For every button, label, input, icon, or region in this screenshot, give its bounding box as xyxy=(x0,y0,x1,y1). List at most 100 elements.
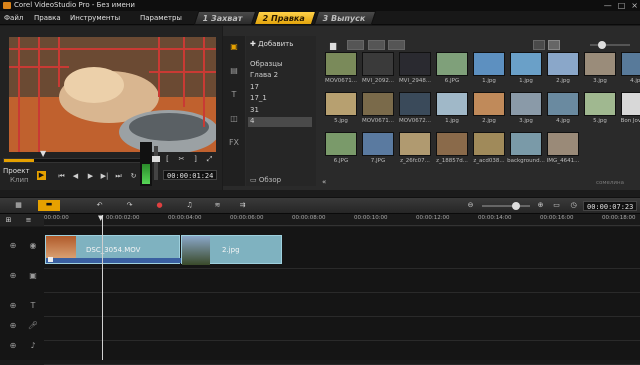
storyboard-view-icon[interactable]: ▦ xyxy=(14,201,23,210)
video-track-icon[interactable]: ⊕ xyxy=(6,239,20,253)
voice-track[interactable] xyxy=(44,317,640,341)
media-thumbnail[interactable] xyxy=(436,92,468,116)
zoom-out-icon[interactable]: ⊖ xyxy=(466,201,475,210)
track-manager-icon[interactable]: ⊞ xyxy=(4,216,13,225)
redo-icon[interactable]: ↷ xyxy=(125,201,134,210)
photo-clip[interactable]: 2.jpg xyxy=(181,235,282,265)
folder-item[interactable]: Образцы xyxy=(250,60,283,68)
media-thumbnail[interactable] xyxy=(584,52,616,76)
tab-edit[interactable]: 2 Правка xyxy=(253,11,317,25)
media-thumbnail[interactable] xyxy=(362,92,394,116)
tab-capture[interactable]: 1 Захват xyxy=(193,11,257,25)
add-folder-button[interactable]: ✚ Добавить xyxy=(250,40,293,48)
menu-tools[interactable]: Инструменты xyxy=(70,11,120,25)
playhead-handle[interactable]: ▼ xyxy=(98,214,103,222)
playhead[interactable] xyxy=(102,215,103,360)
mark-out-icon[interactable]: ] xyxy=(191,155,200,164)
folder-item[interactable]: 17 xyxy=(250,83,259,91)
show-photo-toggle[interactable] xyxy=(368,40,385,50)
zoom-slider[interactable] xyxy=(482,202,530,210)
media-thumbnail[interactable] xyxy=(584,92,616,116)
repeat-icon[interactable]: ↻ xyxy=(129,172,138,181)
record-capture-icon[interactable]: ● xyxy=(155,201,164,210)
browse-button[interactable]: ▭ Обзор xyxy=(250,176,281,184)
media-thumbnail[interactable] xyxy=(510,52,542,76)
media-thumbnail[interactable] xyxy=(510,92,542,116)
auto-music-icon[interactable]: ≋ xyxy=(213,201,222,210)
menu-options[interactable]: Параметры xyxy=(140,11,182,25)
sound-mixer-icon[interactable]: ♫ xyxy=(185,201,194,210)
overlay-track-icon[interactable]: ⊕ xyxy=(6,269,20,283)
undo-icon[interactable]: ↶ xyxy=(95,201,104,210)
go-end-icon[interactable]: ⏭ xyxy=(114,172,123,181)
thumbnail-size-slider[interactable] xyxy=(590,41,630,49)
mark-icon[interactable]: ▼ xyxy=(40,149,46,158)
media-thumbnail[interactable] xyxy=(547,92,579,116)
enlarge-icon[interactable]: ⤢ xyxy=(205,155,214,164)
chapter-point-icon[interactable]: ≡ xyxy=(24,216,33,225)
title-track-icon[interactable]: ⊕ xyxy=(6,299,20,313)
folder-item[interactable]: 17_1 xyxy=(250,94,267,102)
fit-project-icon[interactable]: ▭ xyxy=(552,201,561,210)
mode-project[interactable]: Проект xyxy=(3,167,30,175)
collapse-library-icon[interactable]: « xyxy=(322,178,326,186)
music-track[interactable] xyxy=(44,341,640,365)
time-ruler[interactable]: 00:00:00 00:00:02:00 00:00:04:00 00:00:06:0… xyxy=(44,214,640,226)
tab-share[interactable]: 3 Выпуск xyxy=(313,11,377,25)
media-thumbnail[interactable] xyxy=(547,132,579,156)
minimize-button[interactable]: — xyxy=(604,0,612,11)
media-icon[interactable]: ▣ xyxy=(227,40,241,54)
folder-item[interactable]: 31 xyxy=(250,106,259,114)
player-timecode[interactable]: 00:00:01:24 xyxy=(163,170,218,180)
close-button[interactable]: × xyxy=(631,0,638,11)
media-thumbnail[interactable] xyxy=(621,52,640,76)
media-thumbnail[interactable] xyxy=(621,92,640,116)
show-video-toggle[interactable] xyxy=(347,40,364,50)
music-track-icon[interactable]: ⊕ xyxy=(6,339,20,353)
scrubber-track[interactable] xyxy=(3,158,153,163)
play-button[interactable]: ▶ xyxy=(86,172,95,181)
thumbnail-view-icon[interactable] xyxy=(548,40,560,50)
media-thumbnail[interactable] xyxy=(399,52,431,76)
media-thumbnail[interactable] xyxy=(436,132,468,156)
zoom-in-icon[interactable]: ⊕ xyxy=(536,201,545,210)
media-thumbnail[interactable] xyxy=(547,52,579,76)
list-view-icon[interactable] xyxy=(533,40,545,50)
folder-item-selected[interactable]: 4 xyxy=(248,117,312,127)
prev-frame-icon[interactable]: ◀ xyxy=(71,172,80,181)
ripple-edit-icon[interactable]: ⇉ xyxy=(238,201,247,210)
go-start-icon[interactable]: ⏮ xyxy=(57,172,66,181)
folder-item[interactable]: Глава 2 xyxy=(250,71,278,79)
media-thumbnail[interactable] xyxy=(325,52,357,76)
media-thumbnail[interactable] xyxy=(362,132,394,156)
show-audio-toggle[interactable] xyxy=(388,40,405,50)
split-clip-icon[interactable]: ✂ xyxy=(177,155,186,164)
play-mode-icon[interactable]: ▶ xyxy=(37,171,46,180)
media-thumbnail[interactable] xyxy=(473,132,505,156)
next-frame-icon[interactable]: ▶| xyxy=(100,172,109,181)
instant-project-icon[interactable]: ▤ xyxy=(227,64,241,78)
media-thumbnail[interactable] xyxy=(325,132,357,156)
media-thumbnail[interactable] xyxy=(436,52,468,76)
folder-icon[interactable]: ▆ xyxy=(330,41,336,50)
timeline-view-icon[interactable]: ▬ xyxy=(38,200,60,211)
title-track[interactable] xyxy=(44,293,640,317)
media-thumbnail[interactable] xyxy=(473,52,505,76)
mark-in-icon[interactable]: [ xyxy=(163,155,172,164)
title-icon[interactable]: T xyxy=(227,88,241,102)
media-thumbnail[interactable] xyxy=(399,92,431,116)
menu-file[interactable]: Файл xyxy=(4,11,23,25)
media-thumbnail[interactable] xyxy=(510,132,542,156)
graphics-icon[interactable]: ◫ xyxy=(227,112,241,126)
volume-slider[interactable] xyxy=(152,146,160,180)
voice-track-icon[interactable]: ⊕ xyxy=(6,319,20,333)
media-thumbnail[interactable] xyxy=(399,132,431,156)
video-clip[interactable]: DSC_3054.MOV xyxy=(45,235,181,264)
menu-edit[interactable]: Правка xyxy=(34,11,61,25)
media-thumbnail[interactable] xyxy=(473,92,505,116)
media-thumbnail[interactable] xyxy=(325,92,357,116)
maximize-button[interactable]: □ xyxy=(618,0,626,11)
overlay-track[interactable] xyxy=(44,269,640,293)
filter-icon[interactable]: FX xyxy=(227,136,241,150)
mode-clip[interactable]: Клип xyxy=(10,176,29,184)
